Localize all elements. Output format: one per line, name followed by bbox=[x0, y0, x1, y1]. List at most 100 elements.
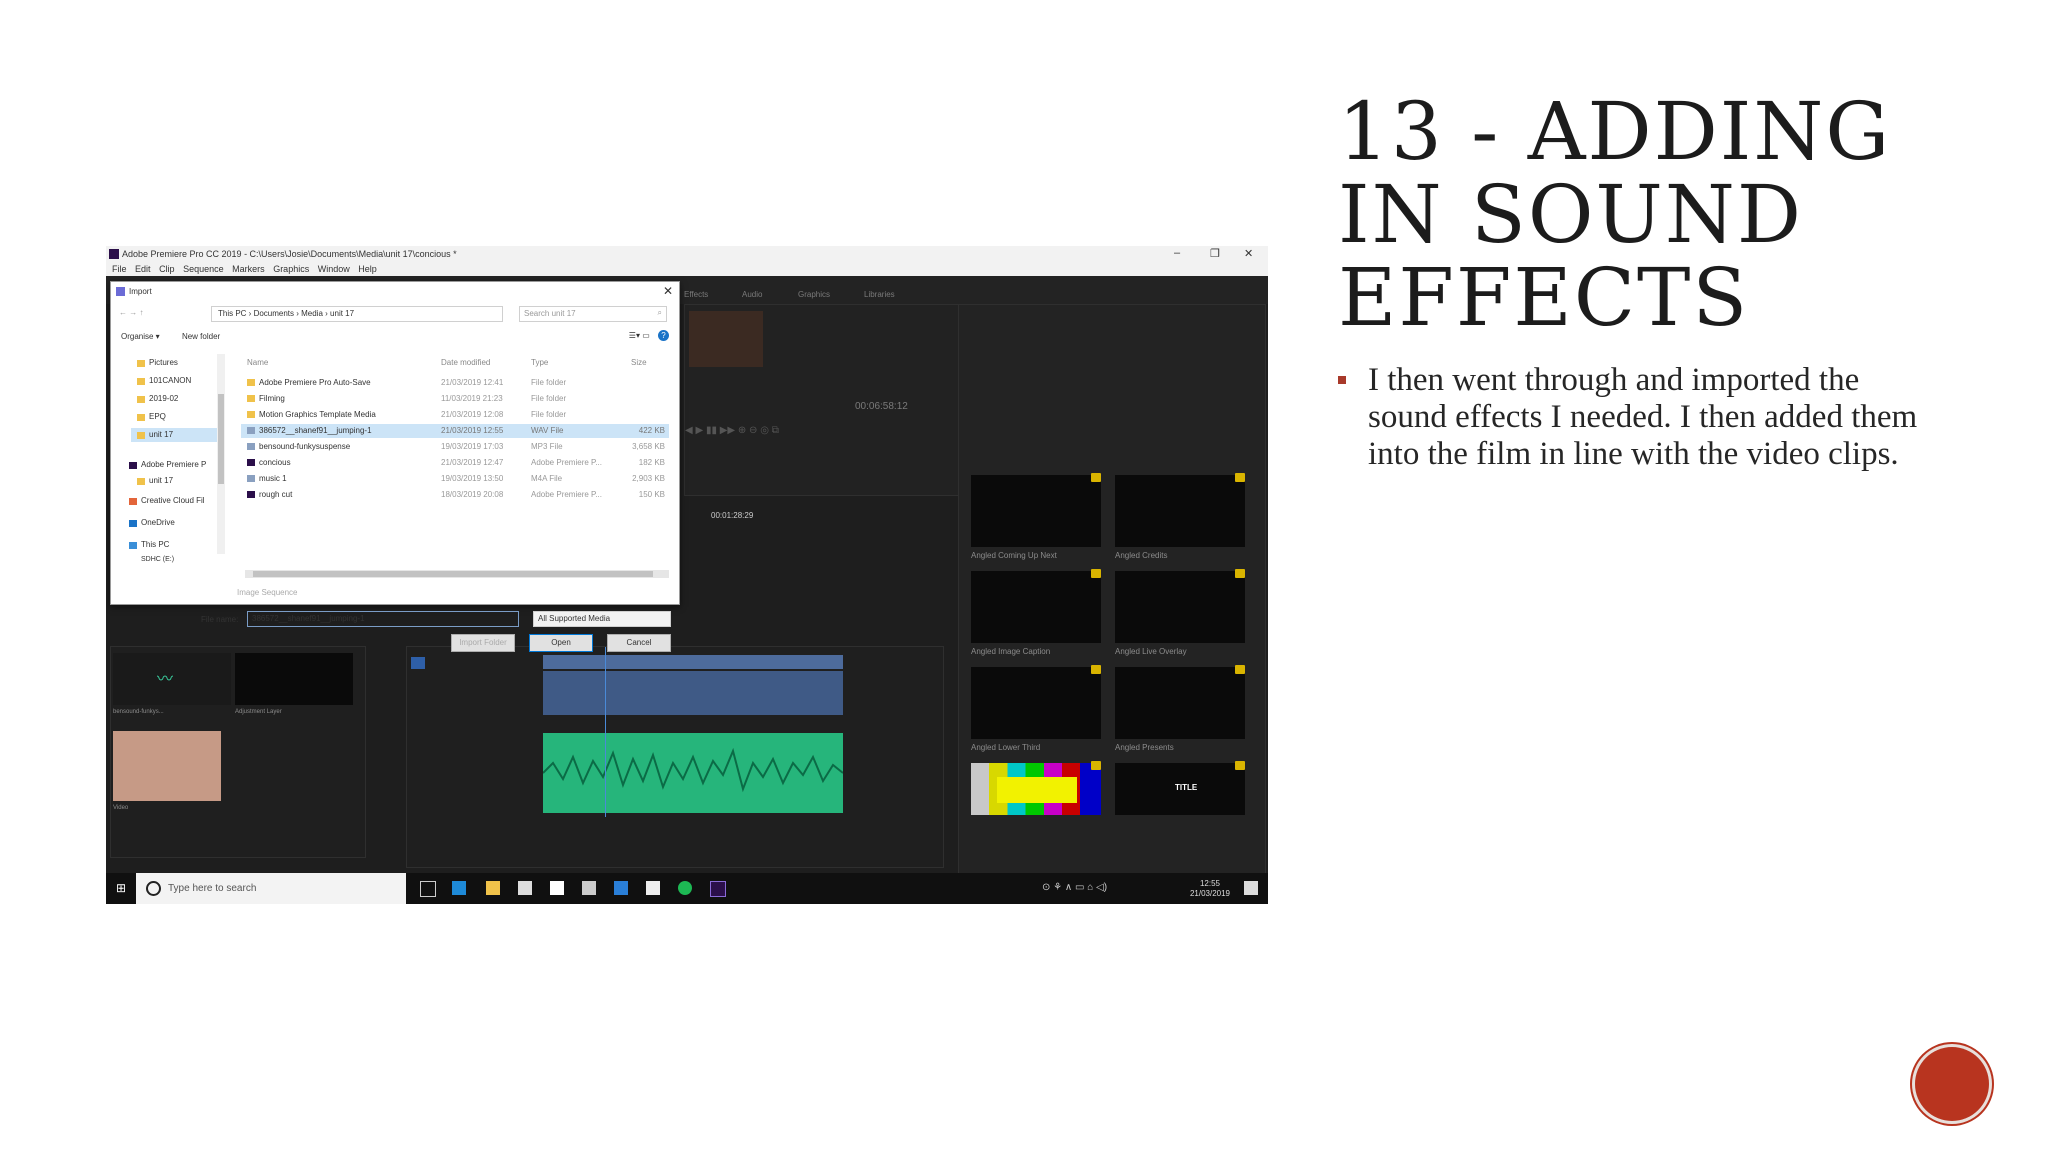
taskbar-clock[interactable]: 12:55 21/03/2019 bbox=[1190, 879, 1230, 899]
cancel-button[interactable]: Cancel bbox=[607, 634, 671, 652]
col-date[interactable]: Date modified bbox=[441, 358, 490, 367]
file-row-selected[interactable]: 386572__shanef91__jumping-1 21/03/2019 1… bbox=[241, 424, 669, 438]
file-row[interactable]: Filming 11/03/2019 21:23 File folder bbox=[241, 392, 669, 406]
tab-graphics[interactable]: Graphics bbox=[798, 290, 830, 299]
horizontal-scrollbar[interactable] bbox=[245, 570, 669, 578]
template-thumb-1[interactable] bbox=[971, 475, 1101, 547]
tab-libraries[interactable]: Libraries bbox=[864, 290, 895, 299]
nav-scroll-thumb[interactable] bbox=[218, 394, 224, 484]
close-icon[interactable]: ✕ bbox=[1244, 247, 1253, 260]
menu-graphics[interactable]: Graphics bbox=[273, 264, 309, 274]
menu-clip[interactable]: Clip bbox=[159, 264, 175, 274]
menu-edit[interactable]: Edit bbox=[135, 264, 151, 274]
tab-audio[interactable]: Audio bbox=[742, 290, 762, 299]
crumb-media[interactable]: Media bbox=[301, 309, 323, 318]
nav-item[interactable]: unit 17 bbox=[149, 476, 173, 485]
nav-item[interactable]: EPQ bbox=[149, 412, 166, 421]
crumb-documents[interactable]: Documents bbox=[254, 309, 294, 318]
template-thumb-3[interactable] bbox=[971, 571, 1101, 643]
spotify-icon[interactable] bbox=[678, 881, 692, 895]
windows-taskbar: ⊞ Type here to search ⊙ ⚘ ∧ ▭ ⌂ ◁) 12:55… bbox=[106, 873, 1268, 904]
track-target-icon[interactable] bbox=[411, 657, 425, 669]
nav-scrollbar[interactable] bbox=[217, 354, 225, 554]
hscroll-thumb[interactable] bbox=[253, 571, 653, 577]
playhead[interactable] bbox=[605, 647, 606, 817]
audio-file-icon bbox=[247, 427, 255, 434]
organise-button[interactable]: Organise ▾ bbox=[121, 332, 160, 341]
file-row[interactable]: Adobe Premiere Pro Auto-Save 21/03/2019 … bbox=[241, 376, 669, 390]
new-folder-button[interactable]: New folder bbox=[182, 332, 220, 341]
template-badge-icon bbox=[1091, 473, 1101, 482]
mail-icon[interactable] bbox=[646, 881, 660, 895]
restore-icon[interactable]: ❐ bbox=[1210, 247, 1220, 260]
audio-item-thumb[interactable]: 〰 bbox=[113, 653, 231, 705]
address-bar[interactable]: This PC › Documents › Media › unit 17 bbox=[211, 306, 503, 322]
nav-item[interactable]: 101CANON bbox=[149, 376, 191, 385]
store-icon[interactable] bbox=[518, 881, 532, 895]
dialog-toolbar: Organise ▾ New folder bbox=[121, 332, 240, 341]
menu-markers[interactable]: Markers bbox=[232, 264, 265, 274]
dropbox-icon[interactable] bbox=[582, 881, 596, 895]
file-date: 21/03/2019 12:47 bbox=[441, 458, 504, 467]
template-thumb-8[interactable]: TITLE bbox=[1115, 763, 1245, 815]
video-item-thumb[interactable] bbox=[113, 731, 221, 801]
col-size[interactable]: Size bbox=[631, 358, 647, 367]
dialog-close-icon[interactable]: ✕ bbox=[663, 284, 673, 298]
help-icon[interactable]: ? bbox=[658, 330, 669, 341]
edge-icon[interactable] bbox=[452, 881, 466, 895]
image-sequence-checkbox[interactable]: Image Sequence bbox=[237, 588, 298, 597]
template-thumb-5[interactable] bbox=[971, 667, 1101, 739]
file-row[interactable]: concious 21/03/2019 12:47 Adobe Premiere… bbox=[241, 456, 669, 470]
file-name-input[interactable]: 386572__shanef91__jumping-1 bbox=[247, 611, 519, 627]
menu-sequence[interactable]: Sequence bbox=[183, 264, 224, 274]
bullet-item: I then went through and imported the sou… bbox=[1338, 362, 1938, 473]
nav-item[interactable]: OneDrive bbox=[141, 518, 175, 527]
file-row[interactable]: music 1 19/03/2019 13:50 M4A File 2,903 … bbox=[241, 472, 669, 486]
template-thumb-4[interactable] bbox=[1115, 571, 1245, 643]
view-options-icon[interactable]: ☰▾ bbox=[629, 331, 640, 340]
file-row[interactable]: Motion Graphics Template Media 21/03/201… bbox=[241, 408, 669, 422]
notifications-icon[interactable] bbox=[1244, 881, 1258, 895]
file-row[interactable]: rough cut 18/03/2019 20:08 Adobe Premier… bbox=[241, 488, 669, 502]
system-tray-icons[interactable]: ⊙ ⚘ ∧ ▭ ⌂ ◁) bbox=[1042, 882, 1107, 893]
col-name[interactable]: Name bbox=[247, 358, 268, 367]
nav-item[interactable]: Creative Cloud Fil bbox=[141, 496, 205, 505]
file-name-label: File name: bbox=[201, 615, 239, 624]
file-row[interactable]: bensound-funkysuspense 19/03/2019 17:03 … bbox=[241, 440, 669, 454]
app-titlebar: Adobe Premiere Pro CC 2019 - C:\Users\Jo… bbox=[106, 246, 1268, 262]
import-folder-button[interactable]: Import Folder bbox=[451, 634, 515, 652]
nav-arrows-icon[interactable]: ← → ↑ bbox=[119, 308, 143, 317]
app-icon[interactable] bbox=[614, 881, 628, 895]
crumb-this-pc[interactable]: This PC bbox=[218, 309, 246, 318]
file-explorer-icon[interactable] bbox=[486, 881, 500, 895]
video-track-clips[interactable] bbox=[543, 655, 843, 669]
audio-track-1[interactable] bbox=[543, 671, 843, 715]
search-input[interactable]: Search unit 17 ⌕ bbox=[519, 306, 667, 322]
template-thumb-7[interactable] bbox=[971, 763, 1101, 815]
tab-effects[interactable]: Effects bbox=[684, 290, 708, 299]
premiere-taskbar-icon[interactable] bbox=[710, 881, 726, 897]
nav-item[interactable]: 2019-02 bbox=[149, 394, 178, 403]
menu-help[interactable]: Help bbox=[358, 264, 377, 274]
taskbar-search-input[interactable]: Type here to search bbox=[136, 873, 406, 904]
col-type[interactable]: Type bbox=[531, 358, 548, 367]
nav-item[interactable]: This PC bbox=[141, 540, 169, 549]
menu-file[interactable]: File bbox=[112, 264, 127, 274]
file-type-filter[interactable]: All Supported Media bbox=[533, 611, 671, 627]
preview-pane-icon[interactable]: ▭ bbox=[642, 331, 650, 340]
task-view-icon[interactable] bbox=[420, 881, 436, 897]
minimize-icon[interactable]: – bbox=[1174, 247, 1180, 259]
crumb-unit17[interactable]: unit 17 bbox=[330, 309, 354, 318]
template-thumb-2[interactable] bbox=[1115, 475, 1245, 547]
amazon-icon[interactable] bbox=[550, 881, 564, 895]
nav-item-selected[interactable]: unit 17 bbox=[149, 430, 173, 439]
nav-item[interactable]: SDHC (E:) bbox=[141, 556, 174, 563]
nav-item[interactable]: Pictures bbox=[149, 358, 178, 367]
folder-icon bbox=[137, 478, 145, 485]
nav-item[interactable]: Adobe Premiere P bbox=[141, 460, 206, 469]
open-button[interactable]: Open bbox=[529, 634, 593, 652]
adjustment-item-thumb[interactable] bbox=[235, 653, 353, 705]
menu-window[interactable]: Window bbox=[318, 264, 350, 274]
windows-start-icon[interactable]: ⊞ bbox=[116, 881, 126, 895]
template-thumb-6[interactable] bbox=[1115, 667, 1245, 739]
